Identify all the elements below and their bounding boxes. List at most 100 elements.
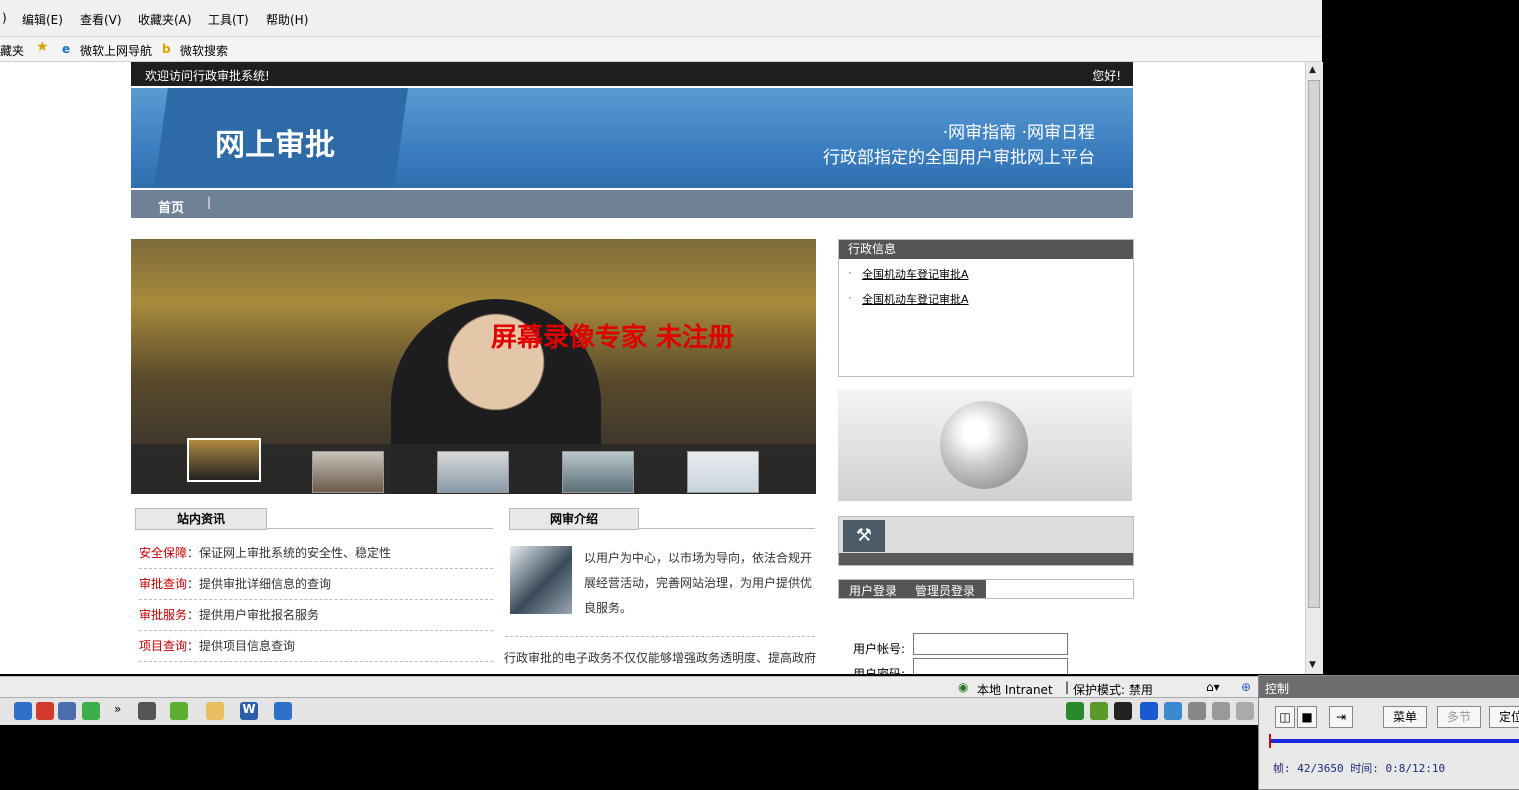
tray-icon[interactable] xyxy=(1066,702,1084,720)
nav-home[interactable]: 首页 xyxy=(158,197,184,216)
password-input[interactable] xyxy=(913,658,1068,674)
bing-icon: b xyxy=(162,42,171,56)
tab-user-login[interactable]: 用户登录 xyxy=(849,582,897,599)
hero-slideshow[interactable]: 屏幕录像专家 未注册 xyxy=(131,239,816,494)
control-title-bar[interactable]: 控制 xyxy=(1259,676,1519,698)
intranet-icon: ◉ xyxy=(958,680,969,694)
app-icon[interactable] xyxy=(82,702,100,720)
news-row-1[interactable]: 安全保障：保证网上审批系统的安全性、稳定性 xyxy=(139,538,493,569)
thumbnail-strip xyxy=(131,438,816,494)
tray-icon[interactable] xyxy=(1164,702,1182,720)
app-icon[interactable] xyxy=(36,702,54,720)
thumbnail-2[interactable] xyxy=(312,451,384,493)
news-key: 审批服务 xyxy=(139,608,188,622)
settings-icon[interactable] xyxy=(138,702,156,720)
menu-item-tools[interactable]: 工具(T) xyxy=(208,11,249,28)
app-icon[interactable] xyxy=(58,702,76,720)
locate-button[interactable]: 定位 xyxy=(1489,706,1519,728)
volume-icon[interactable] xyxy=(1236,702,1254,720)
thumbnail-5[interactable] xyxy=(687,451,759,493)
news-text: 保证网上审批系统的安全性、稳定性 xyxy=(199,546,392,560)
protected-mode-text: 保护模式: 禁用 xyxy=(1073,683,1153,697)
word-icon[interactable]: W xyxy=(240,702,258,720)
favorites-bar: 藏夹 ★ e 微软上网导航 b 微软搜索 xyxy=(0,37,1322,62)
thumbnail-4[interactable] xyxy=(562,451,634,493)
nav-divider: | xyxy=(207,195,212,209)
fav-link-navigation[interactable]: 微软上网导航 xyxy=(80,42,152,59)
news-text: 提供审批详细信息的查询 xyxy=(199,577,332,591)
menu-item-view[interactable]: 查看(V) xyxy=(80,11,122,28)
news-key: 审批查询 xyxy=(139,577,188,591)
status-bar: ◉ 本地 Intranet | 保护模式: 禁用 ⌂▾ ⊕ xyxy=(0,676,1322,698)
web-content: 欢迎访问行政审批系统! 您好! 网上审批 ·网审指南 ·网审日程 行政部指定的全… xyxy=(0,62,1305,674)
main-nav: 首页 | xyxy=(131,190,1133,218)
security-icon[interactable]: ⌂▾ xyxy=(1206,680,1220,694)
recorder-control-panel: 控制 ◫ ■ ⇥ 菜单 多节 定位 帧: 42/3650 时间: 0:8/12:… xyxy=(1258,675,1519,790)
menu-item-help[interactable]: 帮助(H) xyxy=(266,11,308,28)
zone-text: 本地 Intranet xyxy=(977,683,1053,697)
scroll-up-icon[interactable]: ▲ xyxy=(1309,65,1316,75)
chevron-right-icon[interactable]: » xyxy=(114,702,121,716)
login-tabs: 用户登录 管理员登录 xyxy=(838,579,1134,599)
intro-text-2: 行政审批的电子政务不仅仅能够增强政务透明度、提高政府 xyxy=(504,651,816,665)
gavel-box[interactable]: ⚒ xyxy=(838,516,1134,566)
app-icon[interactable] xyxy=(170,702,188,720)
welcome-text: 欢迎访问行政审批系统! xyxy=(145,69,270,83)
gavel-icon: ⚒ xyxy=(843,520,885,552)
menu-item-edit[interactable]: 编辑(E) xyxy=(22,11,63,28)
tab-intro[interactable]: 网审介绍 xyxy=(509,508,639,530)
fav-link-search[interactable]: 微软搜索 xyxy=(180,42,228,59)
news-row-4[interactable]: 项目查询：提供项目信息查询 xyxy=(139,631,493,662)
stop-button[interactable]: ■ xyxy=(1297,706,1317,728)
scroll-thumb[interactable] xyxy=(1308,80,1320,608)
bullet-icon: · xyxy=(848,266,852,280)
admin-info-title: 行政信息 xyxy=(839,240,1133,259)
taskbar: » W xyxy=(0,697,1260,725)
star-icon[interactable]: ★ xyxy=(36,39,49,55)
timeline-marker[interactable] xyxy=(1269,734,1271,748)
favorites-label[interactable]: 藏夹 xyxy=(0,42,24,59)
segment-button[interactable]: 多节 xyxy=(1437,706,1481,728)
banner-title: 网上审批 xyxy=(215,128,335,163)
username-input[interactable] xyxy=(913,633,1068,655)
intro-image xyxy=(510,546,572,614)
globe-banner[interactable] xyxy=(838,389,1132,501)
bullet-icon: · xyxy=(848,291,852,305)
site-banner: 网上审批 ·网审指南 ·网审日程 行政部指定的全国用户审批网上平台 xyxy=(131,88,1133,188)
tray-icon[interactable] xyxy=(1090,702,1108,720)
password-label: 用户密码: xyxy=(853,667,906,674)
thumbnail-3[interactable] xyxy=(437,451,509,493)
pause-button[interactable]: ◫ xyxy=(1275,706,1295,728)
next-button[interactable]: ⇥ xyxy=(1329,706,1353,728)
tray-icon[interactable] xyxy=(1188,702,1206,720)
ie-window-icon[interactable] xyxy=(274,702,292,720)
banner-slogan: 行政部指定的全国用户审批网上平台 xyxy=(823,148,1095,168)
watermark-text: 屏幕录像专家 未注册 xyxy=(491,323,735,353)
tab-admin-login[interactable]: 管理员登录 xyxy=(915,582,975,599)
menu-item-favorites[interactable]: 收藏夹(A) xyxy=(138,11,192,28)
news-row-2[interactable]: 审批查询：提供审批详细信息的查询 xyxy=(139,569,493,600)
username-label: 用户帐号: xyxy=(853,642,906,656)
news-text: 提供用户审批报名服务 xyxy=(199,608,320,622)
timeline-track[interactable] xyxy=(1269,739,1519,743)
ie-icon: e xyxy=(62,42,71,56)
folder-icon[interactable] xyxy=(206,702,224,720)
menu-button[interactable]: 菜单 xyxy=(1383,706,1427,728)
admin-info-link-2[interactable]: 全国机动车登记审批A xyxy=(862,291,969,307)
greeting-text: 您好! xyxy=(1092,69,1121,83)
menu-item-file[interactable]: ) xyxy=(2,11,7,25)
ie-icon[interactable] xyxy=(14,702,32,720)
news-row-3[interactable]: 审批服务：提供用户审批报名服务 xyxy=(139,600,493,631)
frame-info: 帧: 42/3650 时间: 0:8/12:10 xyxy=(1273,762,1446,775)
banner-links: ·网审指南 ·网审日程 xyxy=(942,123,1095,143)
scroll-down-icon[interactable]: ▼ xyxy=(1309,660,1316,670)
tab-news[interactable]: 站内资讯 xyxy=(135,508,267,530)
zoom-icon[interactable]: ⊕ xyxy=(1241,680,1251,694)
admin-info-link-1[interactable]: 全国机动车登记审批A xyxy=(862,266,969,282)
bluetooth-icon[interactable] xyxy=(1140,702,1158,720)
signal-icon[interactable] xyxy=(1212,702,1230,720)
thumbnail-1[interactable] xyxy=(187,438,261,482)
tray-icon[interactable] xyxy=(1114,702,1132,720)
status-divider: | xyxy=(1065,680,1070,694)
vertical-scrollbar[interactable]: ▲ ▼ xyxy=(1305,62,1323,674)
